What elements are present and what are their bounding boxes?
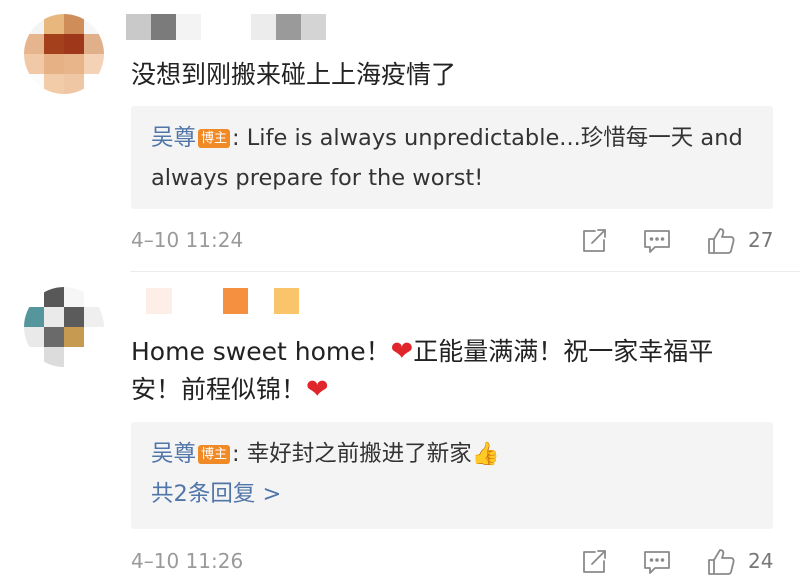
comment-item: 没想到刚搬来碰上上海疫情了 吴尊 博主: Life is always unpre…: [0, 0, 800, 272]
share-icon[interactable]: [579, 547, 609, 577]
comment-footer: 4–10 11:24 27: [131, 224, 774, 258]
comment-text: Home sweet home！❤正能量满满！祝一家幸福平安！前程似锦！❤: [131, 333, 760, 409]
thumbs-up-icon[interactable]: [706, 226, 736, 256]
author-badge: 博主: [198, 129, 231, 148]
timestamp: 4–10 11:24: [131, 228, 244, 252]
view-replies-link[interactable]: 共2条回复 >: [151, 474, 753, 514]
comment-text: 没想到刚搬来碰上上海疫情了: [131, 60, 457, 89]
timestamp: 4–10 11:26: [131, 549, 244, 573]
reply-text: : 幸好封之前搬进了新家: [232, 441, 472, 467]
thumbs-up-emoji: 👍: [471, 441, 500, 467]
username[interactable]: [126, 14, 326, 40]
heart-emoji: ❤: [306, 374, 329, 405]
comment-footer: 4–10 11:26 24: [131, 545, 774, 579]
author-badge: 博主: [198, 445, 231, 464]
avatar[interactable]: [24, 14, 104, 94]
heart-emoji: ❤: [390, 336, 414, 367]
thumbs-up-icon[interactable]: [706, 547, 736, 577]
reply-preview[interactable]: 吴尊 博主: Life is always unpredictable...珍惜每…: [131, 106, 773, 209]
like-count: 27: [748, 228, 774, 252]
reply-icon[interactable]: [642, 547, 672, 577]
reply-preview[interactable]: 吴尊 博主: 幸好封之前搬进了新家👍 共2条回复 >: [131, 422, 773, 529]
reply-text: : Life is always unpredictable...珍惜每一天 a…: [151, 125, 743, 191]
username[interactable]: [146, 288, 350, 314]
avatar[interactable]: [24, 287, 104, 367]
reply-icon[interactable]: [642, 226, 672, 256]
reply-author[interactable]: 吴尊: [151, 441, 196, 467]
like-count: 24: [748, 549, 774, 573]
reply-author[interactable]: 吴尊: [151, 125, 196, 151]
share-icon[interactable]: [579, 226, 609, 256]
comment-text-part: Home sweet home！: [131, 337, 391, 366]
